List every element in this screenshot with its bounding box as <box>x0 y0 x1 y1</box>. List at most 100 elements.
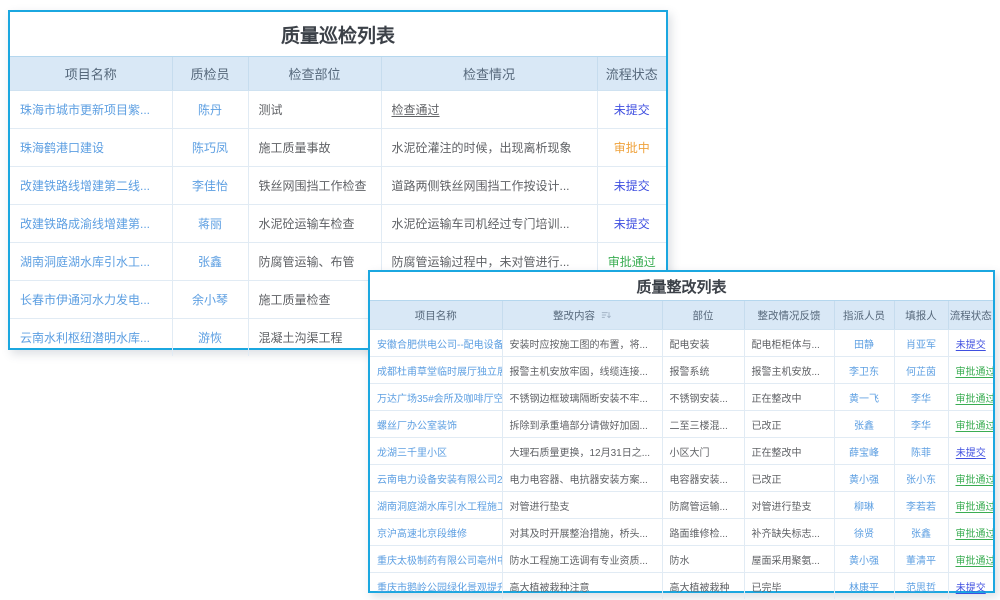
status-badge[interactable]: 审批中 <box>598 139 667 156</box>
assignee-name[interactable]: 黄小强 <box>835 552 894 567</box>
assignee-name[interactable]: 林康平 <box>835 579 894 594</box>
part-cell: 电容器安装... <box>663 471 744 486</box>
content-cell: 安装时应按施工图的布置，将... <box>503 336 662 351</box>
col-header-feedback: 整改情况反馈 <box>744 301 834 330</box>
table-row: 重庆市鹅岭公园绿化景观提升...高大植被栽种注意高大植被栽种已完毕林康平范思哲未… <box>370 573 993 600</box>
project-link[interactable]: 改建铁路成渝线增建第... <box>10 215 172 232</box>
location-cell: 施工质量事故 <box>249 139 381 156</box>
col-header-inspector: 质检员 <box>172 57 248 91</box>
project-link[interactable]: 螺丝厂办公室装饰 <box>370 417 502 432</box>
project-link[interactable]: 京沪高速北京段维修 <box>370 525 502 540</box>
reporter-name[interactable]: 何芷茵 <box>895 363 948 378</box>
inspector-name[interactable]: 余小琴 <box>173 291 248 308</box>
col-header-content: 整改内容 <box>502 301 662 330</box>
project-link[interactable]: 珠海鹤港口建设 <box>10 139 172 156</box>
reporter-name[interactable]: 张小东 <box>895 471 948 486</box>
inspector-name[interactable]: 李佳怡 <box>173 177 248 194</box>
status-badge[interactable]: 审批通过 <box>949 471 994 486</box>
part-cell: 防腐管运输... <box>663 498 744 513</box>
reporter-name[interactable]: 范思哲 <box>895 579 948 594</box>
col-header-situation: 检查情况 <box>381 57 597 91</box>
content-cell: 电力电容器、电抗器安装方案... <box>503 471 662 486</box>
assignee-name[interactable]: 徐贤 <box>835 525 894 540</box>
col-header-project: 项目名称 <box>370 301 502 330</box>
project-link[interactable]: 重庆市鹅岭公园绿化景观提升... <box>370 579 502 594</box>
assignee-name[interactable]: 薛宝峰 <box>835 444 894 459</box>
status-badge[interactable]: 未提交 <box>949 444 994 459</box>
project-link[interactable]: 湖南洞庭湖水库引水工程施工I标 <box>370 498 502 513</box>
content-cell: 拆除到承重墙部分请做好加固... <box>503 417 662 432</box>
reporter-name[interactable]: 张鑫 <box>895 525 948 540</box>
project-link[interactable]: 珠海市城市更新项目紫... <box>10 101 172 118</box>
part-cell: 高大植被栽种 <box>663 579 744 594</box>
part-cell: 报警系统 <box>663 363 744 378</box>
status-badge[interactable]: 未提交 <box>598 101 667 118</box>
inspection-header-row: 项目名称 质检员 检查部位 检查情况 流程状态 <box>10 57 666 91</box>
status-badge[interactable]: 审批通过 <box>598 253 667 270</box>
feedback-cell: 已完毕 <box>745 579 834 594</box>
project-link[interactable]: 改建铁路线增建第二线... <box>10 177 172 194</box>
reporter-name[interactable]: 李华 <box>895 390 948 405</box>
project-link[interactable]: 云南水利枢纽潜明水库... <box>10 329 172 346</box>
project-link[interactable]: 万达广场35#会所及咖啡厅空... <box>370 390 502 405</box>
assignee-name[interactable]: 柳琳 <box>835 498 894 513</box>
location-cell: 测试 <box>249 101 381 118</box>
part-cell: 路面维修检... <box>663 525 744 540</box>
situation-cell: 检查通过 <box>382 101 597 118</box>
status-badge[interactable]: 未提交 <box>598 177 667 194</box>
reporter-name[interactable]: 陈菲 <box>895 444 948 459</box>
table-row: 改建铁路线增建第二线...李佳怡铁丝网围挡工作检查道路两侧铁丝网围挡工作按设计.… <box>10 167 666 205</box>
table-row: 京沪高速北京段维修对其及时开展整治措施，桥头...路面维修检...补齐缺失标志.… <box>370 519 993 546</box>
project-link[interactable]: 湖南洞庭湖水库引水工... <box>10 253 172 270</box>
location-cell: 施工质量检查 <box>249 291 381 308</box>
reporter-name[interactable]: 李若若 <box>895 498 948 513</box>
col-header-part: 部位 <box>662 301 744 330</box>
table-row: 龙湖三千里小区大理石质量更换，12月31日之...小区大门正在整改中薛宝峰陈菲未… <box>370 438 993 465</box>
assignee-name[interactable]: 黄小强 <box>835 471 894 486</box>
status-badge[interactable]: 审批通过 <box>949 498 994 513</box>
table-row: 改建铁路成渝线增建第...蒋丽水泥砼运输车检查水泥砼运输车司机经过专门培训...… <box>10 205 666 243</box>
project-link[interactable]: 长春市伊通河水力发电... <box>10 291 172 308</box>
col-header-status: 流程状态 <box>597 57 666 91</box>
inspector-name[interactable]: 陈巧凤 <box>173 139 248 156</box>
reporter-name[interactable]: 肖亚军 <box>895 336 948 351</box>
status-badge[interactable]: 审批通过 <box>949 390 994 405</box>
status-badge[interactable]: 审批通过 <box>949 417 994 432</box>
location-cell: 铁丝网围挡工作检查 <box>249 177 381 194</box>
assignee-name[interactable]: 李卫东 <box>835 363 894 378</box>
situation-cell: 水泥砼运输车司机经过专门培训... <box>382 215 597 232</box>
part-cell: 防水 <box>663 552 744 567</box>
feedback-cell: 对管进行垫支 <box>745 498 834 513</box>
content-cell: 防水工程施工选调有专业资质... <box>503 552 662 567</box>
reporter-name[interactable]: 李华 <box>895 417 948 432</box>
location-cell: 水泥砼运输车检查 <box>249 215 381 232</box>
project-link[interactable]: 安徽合肥供电公司--配电设备... <box>370 336 502 351</box>
assignee-name[interactable]: 田静 <box>835 336 894 351</box>
status-badge[interactable]: 未提交 <box>598 215 667 232</box>
status-badge[interactable]: 未提交 <box>949 336 994 351</box>
feedback-cell: 配电柜柜体与... <box>745 336 834 351</box>
status-badge[interactable]: 审批通过 <box>949 363 994 378</box>
status-badge[interactable]: 审批通过 <box>949 525 994 540</box>
inspector-name[interactable]: 陈丹 <box>173 101 248 118</box>
assignee-name[interactable]: 黄一飞 <box>835 390 894 405</box>
inspector-name[interactable]: 张鑫 <box>173 253 248 270</box>
project-link[interactable]: 成都杜甫草堂临时展厅独立展... <box>370 363 502 378</box>
feedback-cell: 补齐缺失标志... <box>745 525 834 540</box>
feedback-cell: 正在整改中 <box>745 444 834 459</box>
reporter-name[interactable]: 董清平 <box>895 552 948 567</box>
project-link[interactable]: 重庆太极制药有限公司亳州中... <box>370 552 502 567</box>
sort-icon[interactable] <box>601 310 611 320</box>
status-badge[interactable]: 审批通过 <box>949 552 994 567</box>
project-link[interactable]: 云南电力设备安装有限公司20... <box>370 471 502 486</box>
inspector-name[interactable]: 游恢 <box>173 329 248 346</box>
status-badge[interactable]: 未提交 <box>949 579 994 594</box>
feedback-cell: 已改正 <box>745 471 834 486</box>
part-cell: 小区大门 <box>663 444 744 459</box>
assignee-name[interactable]: 张鑫 <box>835 417 894 432</box>
col-header-reporter: 填报人 <box>894 301 948 330</box>
table-row: 重庆太极制药有限公司亳州中...防水工程施工选调有专业资质...防水屋面采用聚氨… <box>370 546 993 573</box>
project-link[interactable]: 龙湖三千里小区 <box>370 444 502 459</box>
table-row: 云南电力设备安装有限公司20...电力电容器、电抗器安装方案...电容器安装..… <box>370 465 993 492</box>
inspector-name[interactable]: 蒋丽 <box>173 215 248 232</box>
